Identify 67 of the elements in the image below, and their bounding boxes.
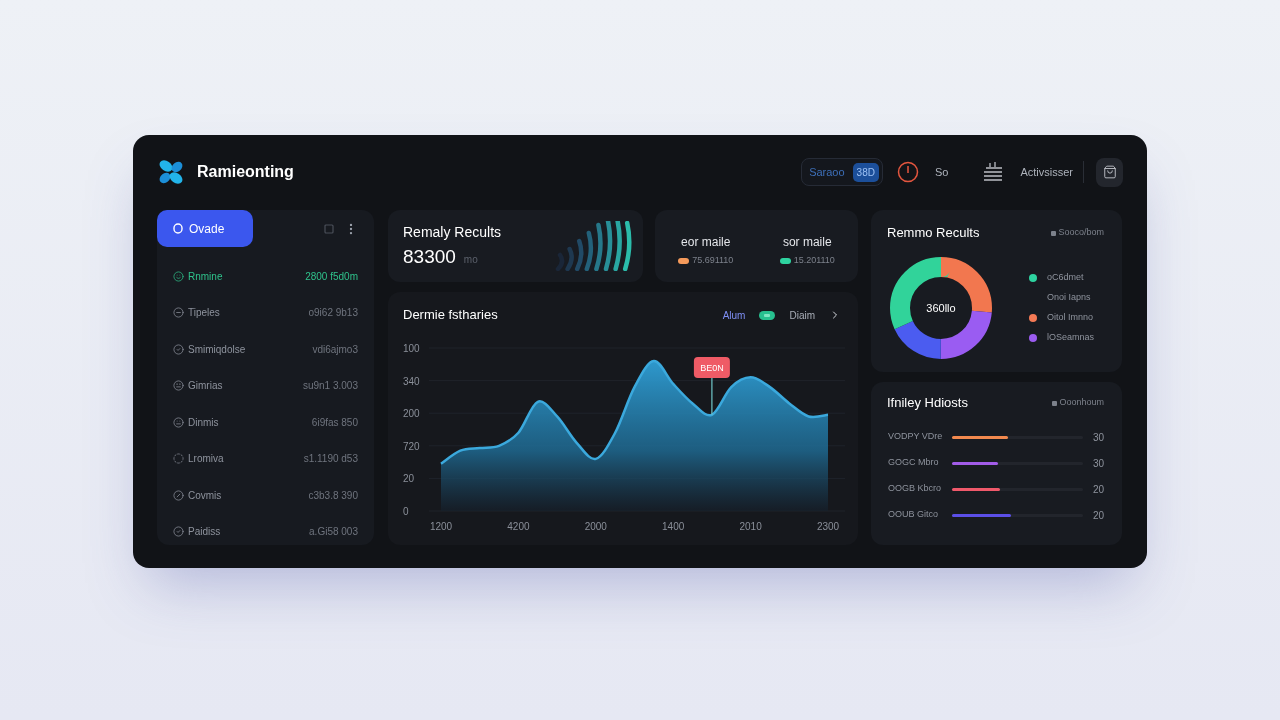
card-title: Remmo Recults [887, 224, 980, 243]
stat-label: eor maile [681, 235, 731, 250]
y-axis-label: 100 [403, 343, 420, 354]
metric-unit: mo [463, 253, 478, 267]
check-circle-icon [173, 526, 184, 538]
row-label: GOGC Mbro [888, 456, 940, 470]
status-label: So [934, 164, 949, 180]
row-label: OOGB Kbcro [888, 482, 942, 496]
dropdown-button[interactable]: Ooonhoum [1052, 396, 1104, 410]
switch-icon[interactable] [759, 310, 776, 320]
stack-icon[interactable] [982, 162, 1005, 182]
face-icon [173, 416, 184, 428]
stat-label: sor maile [782, 235, 832, 250]
x-axis-label: 2300 [816, 521, 840, 532]
card-title: Remaly Recults [403, 224, 502, 241]
dashed-circle-icon [173, 453, 184, 465]
check-circle-icon [173, 343, 184, 355]
x-axis-label: 1200 [429, 521, 453, 532]
nav-item[interactable]: Covmis c3b3.8 390 [157, 477, 374, 514]
search-pill[interactable]: Saraoo 38D [801, 158, 883, 186]
nav-item[interactable]: Paidiss a.Gi58 003 [157, 513, 374, 550]
card-title: Ifniley Hdiosts [887, 394, 968, 413]
count-badge: 38D [852, 162, 879, 182]
face-icon [173, 380, 184, 392]
nav-item[interactable]: Smimiqdolse vdi6ajmo3 [157, 331, 374, 368]
row-value: 20 [1092, 508, 1104, 523]
row-label: VODPY VDre [888, 430, 944, 444]
x-axis-label: 2010 [739, 521, 762, 532]
x-axis-label: 4200 [507, 521, 530, 532]
tab[interactable]: Alum [722, 307, 746, 323]
y-axis-label: 200 [403, 408, 420, 420]
nav-item[interactable]: Gimrias su9n1 3.003 [157, 367, 374, 404]
y-axis-label: 720 [403, 440, 420, 452]
y-axis-label: 20 [403, 473, 415, 485]
x-axis-label: 2000 [584, 521, 607, 532]
nav-item[interactable]: Dinmis 6i9fas 850 [157, 404, 374, 441]
row-value: 30 [1092, 456, 1104, 471]
nav-item[interactable]: Rnmine 2800 f5d0m [157, 258, 374, 295]
metric-value: 83300 [403, 246, 456, 268]
card-title: Dermie fstharies [403, 306, 498, 325]
legend-label: Onoi Iapns [1047, 291, 1091, 305]
legend-label: lOSeamnas [1047, 331, 1095, 345]
nav-item[interactable]: Tipeles o9i62 9b13 [157, 294, 374, 331]
y-axis-label: 340 [403, 375, 420, 387]
stat-value: 15.201110 [793, 254, 835, 268]
tab[interactable]: Diaim [789, 307, 815, 323]
y-axis-label: 0 [403, 506, 409, 517]
logo-icon [157, 158, 185, 186]
row-value: 30 [1092, 430, 1104, 445]
power-icon[interactable] [896, 161, 919, 183]
row-label: OOUB Gitco [888, 508, 939, 522]
smile-icon [173, 270, 184, 282]
nav-item[interactable]: Lromiva s1.1190 d53 [157, 440, 374, 477]
donut-center-label: 360llo [926, 300, 956, 316]
stat-value: 75.691110 [692, 254, 734, 268]
legend-label: oC6dmet [1047, 271, 1084, 285]
slash-circle-icon [173, 489, 184, 501]
row-value: 20 [1092, 482, 1104, 497]
profile-button[interactable] [1096, 157, 1123, 187]
minus-circle-icon [173, 307, 184, 319]
nav-button[interactable]: Ovade [157, 210, 253, 247]
x-axis-label: 1400 [662, 521, 685, 532]
brand-name: Ramieonting [197, 162, 294, 182]
dropdown-button[interactable]: Sooco/bom [1051, 226, 1104, 240]
bag-icon [1102, 165, 1117, 179]
legend-label: Oitol Imnno [1047, 311, 1094, 325]
user-name: Activsisser [1020, 164, 1073, 180]
